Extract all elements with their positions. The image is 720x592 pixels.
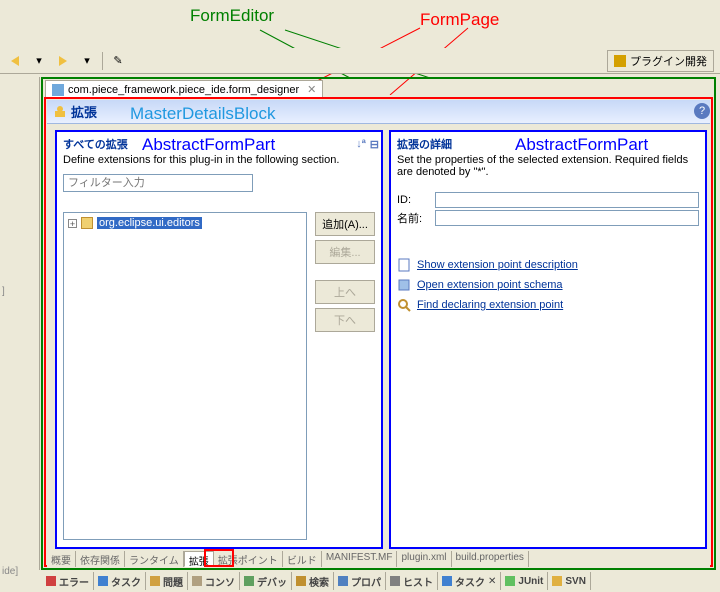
name-field[interactable] — [435, 210, 699, 226]
annotation-formeditor: FormEditor — [190, 6, 274, 26]
schema-icon — [397, 278, 411, 292]
tab-dependencies[interactable]: 依存関係 — [76, 551, 125, 567]
search-icon — [397, 298, 411, 312]
tool-icon[interactable]: ✎ — [109, 52, 127, 70]
forward-button[interactable] — [54, 52, 72, 70]
view-tasks2[interactable]: タスク ✕ — [438, 572, 501, 590]
tab-runtime[interactable]: ランタイム — [125, 551, 184, 567]
tab-build-properties[interactable]: build.properties — [452, 551, 529, 567]
form-title: 拡張 — [71, 102, 97, 121]
editor-tab-label: com.piece_framework.piece_ide.form_desig… — [68, 84, 299, 96]
extension-icon — [53, 105, 67, 119]
name-label: 名前: — [397, 210, 435, 226]
sort-icon[interactable]: ↓ª — [356, 138, 366, 150]
tab-build[interactable]: ビルド — [283, 551, 322, 567]
add-button[interactable]: 追加(A)... — [315, 212, 375, 236]
view-tasks[interactable]: タスク — [94, 572, 146, 590]
tab-overview[interactable]: 概要 — [47, 551, 76, 567]
help-icon[interactable]: ? — [694, 103, 710, 119]
close-icon[interactable]: ✕ — [307, 83, 316, 96]
master-section: すべての拡張 ↓ª ⊟ Define extensions for this p… — [57, 132, 381, 547]
dropdown-icon[interactable]: ▾ — [30, 52, 48, 70]
form-page-tabs: 概要 依存関係 ランタイム 拡張 拡張ポイント ビルド MANIFEST.MF … — [47, 551, 710, 567]
master-section-desc: Define extensions for this plug-in in th… — [57, 154, 381, 172]
edit-button[interactable]: 編集... — [315, 240, 375, 264]
extension-node-icon — [81, 217, 93, 229]
master-section-title: すべての拡張 — [63, 136, 128, 152]
plugin-dev-icon — [614, 55, 626, 67]
sidebar-marker: ] — [2, 286, 5, 297]
open-schema-link[interactable]: Open extension point schema — [417, 279, 563, 291]
tree-item[interactable]: + org.eclipse.ui.editors — [68, 217, 302, 229]
find-declaring-link[interactable]: Find declaring extension point — [417, 299, 563, 311]
filter-input[interactable] — [63, 174, 253, 192]
editor-file-icon — [52, 84, 64, 96]
tab-plugin-xml[interactable]: plugin.xml — [397, 551, 451, 567]
show-description-link[interactable]: Show extension point description — [417, 259, 578, 271]
details-section-title: 拡張の詳細 — [397, 136, 452, 152]
down-button[interactable]: 下へ — [315, 308, 375, 332]
view-history[interactable]: ヒスト — [386, 572, 438, 590]
details-section: 拡張の詳細 Set the properties of the selected… — [391, 132, 705, 547]
annotation-abstractformpart: AbstractFormPart — [142, 135, 275, 155]
dropdown-icon[interactable]: ▾ — [78, 52, 96, 70]
view-properties[interactable]: プロパ — [334, 572, 386, 590]
id-label: ID: — [397, 194, 435, 206]
bottom-view-tabs: エラー タスク 問題 コンソ デバッ 検索 プロパ ヒスト タスク ✕ JUni… — [42, 572, 718, 590]
annotation-abstractformpart: AbstractFormPart — [515, 135, 648, 155]
left-sidebar — [0, 77, 40, 570]
perspective-switcher[interactable]: プラグイン開発 — [607, 50, 714, 72]
sidebar-marker: ide] — [2, 566, 18, 577]
annotation-formpage: FormPage — [420, 10, 499, 30]
view-svn[interactable]: SVN — [548, 572, 591, 590]
up-button[interactable]: 上へ — [315, 280, 375, 304]
doc-icon — [397, 258, 411, 272]
annotation-masterdetails: MasterDetailsBlock — [130, 104, 276, 124]
view-debug[interactable]: デバッ — [240, 572, 292, 590]
extensions-tree[interactable]: + org.eclipse.ui.editors — [63, 212, 307, 540]
view-console[interactable]: コンソ — [188, 572, 240, 590]
tab-manifest[interactable]: MANIFEST.MF — [322, 551, 398, 567]
view-errors[interactable]: エラー — [42, 572, 94, 590]
collapse-icon[interactable]: ⊟ — [370, 138, 379, 151]
id-field[interactable] — [435, 192, 699, 208]
perspective-label: プラグイン開発 — [630, 53, 707, 69]
button-column: 追加(A)... 編集... 上へ 下へ — [315, 212, 375, 332]
tree-item-label: org.eclipse.ui.editors — [97, 217, 202, 229]
back-button[interactable] — [6, 52, 24, 70]
view-problems[interactable]: 問題 — [146, 572, 188, 590]
view-junit[interactable]: JUnit — [501, 572, 548, 590]
active-tab-highlight — [204, 549, 234, 567]
details-section-desc: Set the properties of the selected exten… — [391, 154, 705, 184]
editor-tab[interactable]: com.piece_framework.piece_ide.form_desig… — [45, 80, 323, 98]
expand-icon[interactable]: + — [68, 219, 77, 228]
view-search[interactable]: 検索 — [292, 572, 334, 590]
